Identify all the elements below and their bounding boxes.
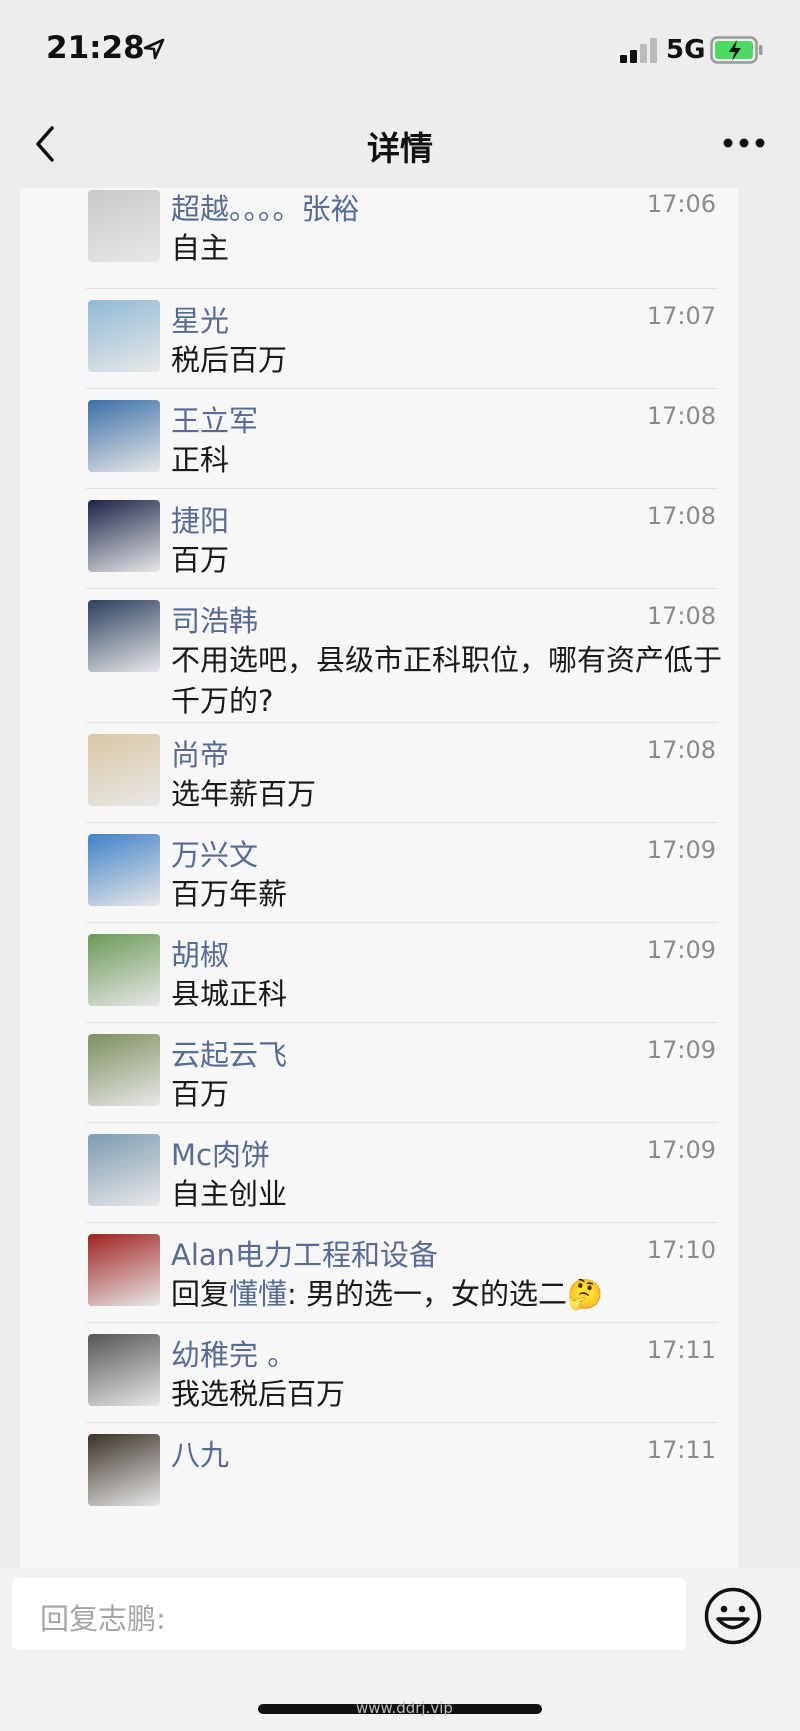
avatar[interactable] xyxy=(88,1234,160,1306)
commenter-name[interactable]: 幼稚完 。 xyxy=(171,1332,296,1374)
comment-text: 选年薪百万 xyxy=(171,777,317,811)
commenter-name[interactable]: 胡椒 xyxy=(171,932,229,974)
comment-time: 17:11 xyxy=(646,1336,716,1364)
comment-time: 17:08 xyxy=(646,402,716,430)
avatar[interactable] xyxy=(88,1334,160,1406)
commenter-name[interactable]: 超越。。。。张裕 xyxy=(171,188,360,228)
comment-time: 17:08 xyxy=(646,502,716,530)
comment-time: 17:06 xyxy=(646,190,716,218)
comment-time: 17:10 xyxy=(646,1236,716,1264)
divider xyxy=(86,588,718,589)
comment-time: 17:11 xyxy=(646,1436,716,1464)
comment-text: 自主创业 xyxy=(171,1177,288,1211)
divider xyxy=(86,488,718,489)
commenter-name[interactable]: 尚帝 xyxy=(171,732,229,774)
comment-text: 回复懂懂: 男的选一，女的选二🤔 xyxy=(171,1274,731,1315)
divider xyxy=(86,1122,718,1123)
reply-input-placeholder: 回复志鹏: xyxy=(40,1602,166,1636)
watermark: www.ddrj.vip xyxy=(356,1699,453,1717)
network-type: 5G xyxy=(666,35,706,65)
nav-bar: 详情 xyxy=(0,100,800,188)
divider xyxy=(86,822,718,823)
signal-strength-icon xyxy=(620,37,657,63)
comment-text: 百万 xyxy=(171,1077,230,1111)
commenter-name[interactable]: 云起云飞 xyxy=(171,1032,287,1074)
comment-time: 17:08 xyxy=(646,602,716,630)
page-title: 详情 xyxy=(367,129,433,168)
divider xyxy=(86,388,718,389)
commenter-name[interactable]: Alan电力工程和设备 xyxy=(171,1232,438,1274)
reply-prefix: 回复 xyxy=(171,1277,230,1311)
divider xyxy=(86,1322,718,1323)
reply-input[interactable]: 回复志鹏: xyxy=(12,1578,686,1650)
thinking-face-emoji: 🤔 xyxy=(567,1277,604,1311)
comment-text: 税后百万 xyxy=(171,343,288,377)
reply-input-bar: 回复志鹏: www.ddrj.vip xyxy=(0,1568,800,1731)
avatar[interactable] xyxy=(88,934,160,1006)
commenter-name[interactable]: 八九 xyxy=(171,1432,229,1474)
commenter-name[interactable]: 捷阳 xyxy=(171,498,229,540)
avatar[interactable] xyxy=(88,734,160,806)
emoji-icon[interactable] xyxy=(703,1586,763,1646)
more-options-icon[interactable] xyxy=(722,136,766,150)
commenter-name[interactable]: 星光 xyxy=(171,298,229,340)
avatar[interactable] xyxy=(88,600,160,672)
comment-text: 自主 xyxy=(171,231,230,265)
comment-text: 百万 xyxy=(171,543,230,577)
comment-time: 17:08 xyxy=(646,736,716,764)
reply-text: : 男的选一，女的选二 xyxy=(287,1277,568,1311)
divider xyxy=(86,722,718,723)
comment-list[interactable]: 超越。。。。张裕 17:06 自主星光 17:07 税后百万王立军 17:08 正科捷阳 17… xyxy=(20,188,738,1568)
commenter-name[interactable]: 王立军 xyxy=(171,398,258,440)
comment-time: 17:09 xyxy=(646,836,716,864)
comment-text: 不用选吧，县级市正科职位，哪有资产低于千万的? xyxy=(171,643,723,718)
avatar[interactable] xyxy=(88,300,160,372)
divider xyxy=(86,1222,718,1223)
reply-target-name[interactable]: 懂懂 xyxy=(229,1277,287,1311)
avatar[interactable] xyxy=(88,1134,160,1206)
comment-text: 县城正科 xyxy=(171,977,288,1011)
avatar[interactable] xyxy=(88,500,160,572)
comment-time: 17:07 xyxy=(646,302,716,330)
status-time: 21:28 xyxy=(46,30,145,66)
avatar[interactable] xyxy=(88,1034,160,1106)
divider xyxy=(86,1022,718,1023)
avatar[interactable] xyxy=(88,834,160,906)
comment-text: 正科 xyxy=(171,443,230,477)
comment-text: 百万年薪 xyxy=(171,877,288,911)
avatar[interactable] xyxy=(88,400,160,472)
commenter-name[interactable]: 万兴文 xyxy=(171,832,258,874)
divider xyxy=(86,288,718,289)
comment-text: 我选税后百万 xyxy=(171,1377,346,1411)
commenter-name[interactable]: Mc肉饼 xyxy=(171,1132,270,1174)
divider xyxy=(86,922,718,923)
avatar[interactable] xyxy=(88,1434,160,1506)
comment-time: 17:09 xyxy=(646,936,716,964)
status-bar: 21:28 5G xyxy=(0,0,800,100)
location-arrow-icon xyxy=(143,38,165,60)
comment-time: 17:09 xyxy=(646,1136,716,1164)
divider xyxy=(86,1422,718,1423)
battery-charging-icon xyxy=(710,36,763,64)
comment-time: 17:09 xyxy=(646,1036,716,1064)
avatar[interactable] xyxy=(88,190,160,262)
commenter-name[interactable]: 司浩韩 xyxy=(171,598,258,640)
